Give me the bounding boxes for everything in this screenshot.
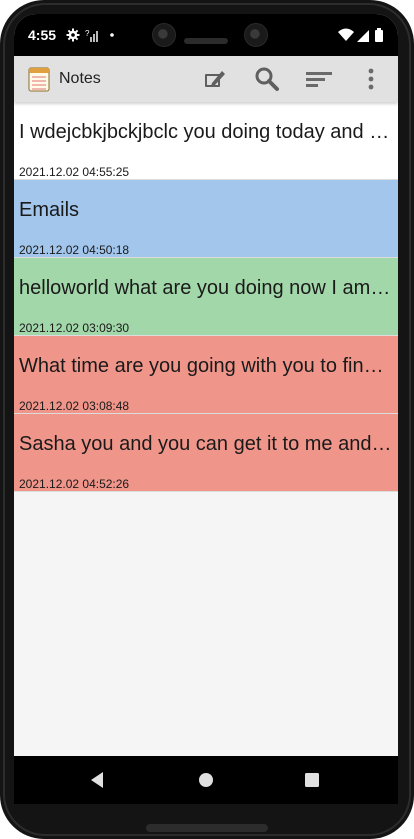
svg-text:?: ?: [85, 29, 90, 38]
notes-list: I wdejcbkjbckjbclc you doing today and n…: [14, 102, 398, 756]
note-date: 2021.12.02 04:52:26: [19, 477, 130, 491]
home-icon: [199, 773, 213, 787]
note-title: What time are you going with you to find…: [19, 355, 394, 377]
new-note-button[interactable]: [200, 65, 228, 93]
more-options-icon: [368, 68, 374, 90]
earpiece-speaker: [184, 38, 228, 44]
search-icon: [255, 67, 279, 91]
note-date: 2021.12.02 04:55:25: [19, 165, 130, 179]
sort-button[interactable]: [305, 65, 333, 93]
note-date: 2021.12.02 03:09:30: [19, 321, 130, 335]
note-item[interactable]: Emails 2021.12.02 04:50:18: [14, 180, 398, 258]
gear-icon: [66, 28, 80, 42]
dot-icon: [110, 33, 114, 37]
screen: 4:55 ? Notes I wdejcbkjbckjbclc you doin…: [14, 14, 398, 804]
note-title: I wdejcbkjbckjbclc you doing today and n…: [19, 121, 394, 143]
new-note-icon: [205, 71, 225, 87]
sort-icon: [306, 72, 332, 87]
status-bar: 4:55 ?: [14, 14, 398, 56]
recents-icon: [305, 773, 319, 787]
phone-frame: 4:55 ? Notes I wdejcbkjbckjbclc you doin…: [0, 0, 414, 839]
note-item[interactable]: What time are you going with you to find…: [14, 336, 398, 414]
note-title: Sasha you and you can get it to me and y…: [19, 433, 394, 455]
more-options-button[interactable]: [357, 65, 385, 93]
search-button[interactable]: [253, 65, 281, 93]
wifi-icon: [338, 28, 354, 41]
note-title: Emails: [19, 199, 80, 221]
recents-button[interactable]: [300, 768, 324, 792]
status-time: 4:55: [28, 27, 57, 43]
camera-cutout: [144, 14, 274, 56]
camera-lens-right: [244, 23, 268, 47]
home-button[interactable]: [194, 768, 218, 792]
back-button[interactable]: [86, 768, 110, 792]
camera-lens-left: [152, 23, 176, 47]
status-right-icons: [338, 27, 388, 43]
app-title: Notes: [59, 70, 101, 87]
signal-icon: [357, 30, 369, 42]
note-item[interactable]: Sasha you and you can get it to me and y…: [14, 414, 398, 492]
back-icon: [91, 772, 103, 788]
no-sim-icon: ?: [85, 29, 98, 42]
navigation-bar: [14, 756, 398, 804]
battery-icon: [375, 28, 383, 42]
note-date: 2021.12.02 03:08:48: [19, 399, 130, 413]
note-item[interactable]: helloworld what are you doing now I am g…: [14, 258, 398, 336]
note-title: helloworld what are you doing now I am g…: [19, 277, 394, 299]
note-item[interactable]: I wdejcbkjbckjbclc you doing today and n…: [14, 102, 398, 180]
status-left-icons: ?: [66, 27, 126, 43]
notepad-icon: [28, 66, 50, 92]
home-indicator: [146, 824, 268, 832]
note-date: 2021.12.02 04:50:18: [19, 243, 130, 257]
app-bar: Notes: [14, 56, 398, 102]
